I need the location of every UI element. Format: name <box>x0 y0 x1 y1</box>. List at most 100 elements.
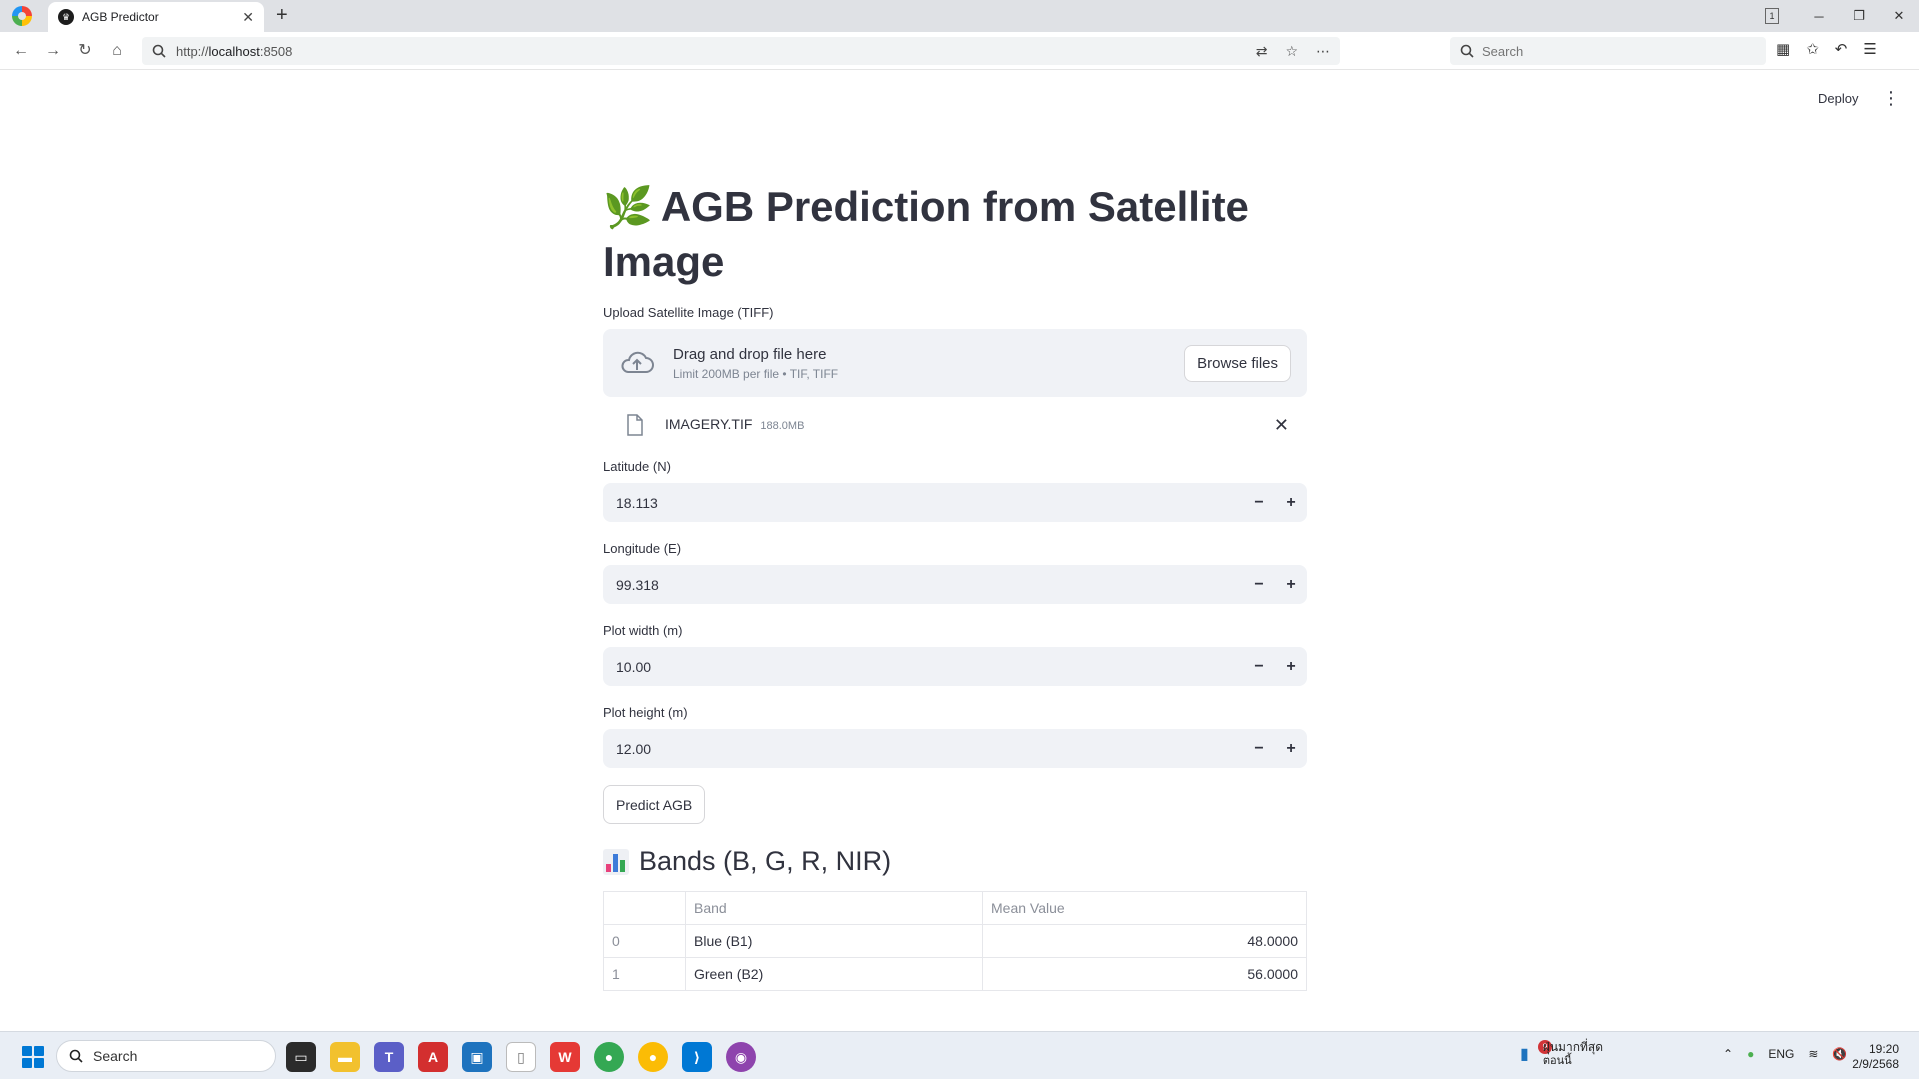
new-tab-button[interactable]: + <box>276 4 288 27</box>
page-title: 🌿 AGB Prediction from Satellite Image <box>603 180 1307 289</box>
star-icon[interactable]: ☆ <box>1285 43 1298 60</box>
url-port: :8508 <box>259 43 293 59</box>
more-icon[interactable]: ⋯ <box>1316 43 1330 60</box>
hamburger-menu-icon[interactable]: ☰ <box>1863 40 1876 58</box>
favorites-icon[interactable]: ✩ <box>1806 40 1819 58</box>
increment-button[interactable]: + <box>1275 740 1307 758</box>
notepad-icon[interactable]: ▯ <box>506 1042 536 1072</box>
plot-width-input-box: − + <box>603 647 1307 686</box>
dropzone-limit: Limit 200MB per file • TIF, TIFF <box>673 366 839 381</box>
column-header[interactable]: Mean Value <box>982 891 1307 925</box>
minimize-icon[interactable]: ─ <box>1799 9 1839 24</box>
file-dropzone[interactable]: Drag and drop file here Limit 200MB per … <box>603 329 1307 397</box>
apps-grid-icon[interactable]: ▦ <box>1776 40 1790 58</box>
table-row: 1 Green (B2) 56.0000 <box>603 957 1307 991</box>
band-cell[interactable]: Green (B2) <box>685 957 983 991</box>
close-window-icon[interactable]: ✕ <box>1879 8 1919 24</box>
weather-icon[interactable]: ▮ <box>1520 1044 1529 1064</box>
vscode-icon[interactable]: ⟩ <box>682 1042 712 1072</box>
browse-files-button[interactable]: Browse files <box>1184 344 1291 382</box>
decrement-button[interactable]: − <box>1243 494 1275 512</box>
undo-icon[interactable]: ↶ <box>1835 40 1848 58</box>
speaker-muted-icon[interactable]: 🔇 <box>1832 1047 1847 1061</box>
increment-button[interactable]: + <box>1275 494 1307 512</box>
bands-header: Bands (B, G, R, NIR) <box>603 846 1307 877</box>
deploy-button[interactable]: Deploy <box>1818 91 1858 106</box>
mean-cell[interactable]: 56.0000 <box>982 957 1307 991</box>
taskbar-apps: ▭ ▬ T A ▣ ▯ W ● ● ⟩ ◉ <box>286 1042 756 1072</box>
back-icon[interactable]: ← <box>10 40 32 62</box>
column-header[interactable]: Band <box>685 891 983 925</box>
decrement-button[interactable]: − <box>1243 658 1275 676</box>
longitude-input[interactable] <box>603 576 1243 593</box>
latitude-input-box: − + <box>603 483 1307 522</box>
task-view-icon[interactable]: ▭ <box>286 1042 316 1072</box>
close-icon[interactable]: ✕ <box>242 9 254 26</box>
app-icon[interactable]: ▣ <box>462 1042 492 1072</box>
tab-count-icon[interactable]: 1 <box>1765 8 1779 24</box>
search-icon <box>152 44 166 58</box>
taskbar-search[interactable]: Search <box>56 1040 276 1072</box>
clock-time: 19:20 <box>1868 1042 1899 1056</box>
windows-taskbar: Search ▭ ▬ T A ▣ ▯ W ● ● ⟩ ◉ 9 ▮ ฝุ่นมาก… <box>0 1031 1919 1079</box>
address-bar[interactable]: http://localhost:8508 ⇄ ☆ ⋯ <box>142 37 1340 65</box>
tab-agb-predictor[interactable]: ♛ AGB Predictor ✕ <box>48 2 264 32</box>
forward-icon[interactable]: → <box>42 40 64 62</box>
browser-search-bar[interactable] <box>1450 37 1766 65</box>
latitude-label: Latitude (N) <box>603 459 671 474</box>
browser-taskbar-icon[interactable]: ◉ <box>726 1042 756 1072</box>
weather-line2: ตอนนี้ <box>1542 1055 1572 1067</box>
row-index: 0 <box>603 924 686 958</box>
crown-icon: ♛ <box>58 9 74 25</box>
longitude-input-box: − + <box>603 565 1307 604</box>
plot-height-field: Plot height (m) − + <box>603 705 1307 768</box>
home-icon[interactable]: ⌂ <box>106 40 128 62</box>
translate-icon[interactable]: ⇄ <box>1256 43 1268 60</box>
latitude-input[interactable] <box>603 494 1243 511</box>
wifi-icon[interactable]: ≋ <box>1808 1047 1818 1061</box>
browser-logo-icon[interactable] <box>12 6 32 26</box>
acrobat-icon[interactable]: A <box>418 1042 448 1072</box>
wps-icon[interactable]: W <box>550 1042 580 1072</box>
tray-app-icon[interactable]: ● <box>1747 1047 1754 1061</box>
increment-button[interactable]: + <box>1275 658 1307 676</box>
chrome-icon[interactable]: ● <box>594 1042 624 1072</box>
url-text[interactable]: http://localhost:8508 <box>176 44 1246 59</box>
decrement-button[interactable]: − <box>1243 740 1275 758</box>
windows-start-icon[interactable] <box>22 1046 44 1068</box>
mean-cell[interactable]: 48.0000 <box>982 924 1307 958</box>
plot-width-label: Plot width (m) <box>603 623 683 638</box>
weather-line1: ฝุ่นมากที่สุด <box>1542 1040 1603 1054</box>
file-info: IMAGERY.TIF 188.0MB <box>665 416 804 434</box>
increment-button[interactable]: + <box>1275 576 1307 594</box>
reload-icon[interactable]: ↻ <box>74 40 96 62</box>
predict-agb-button[interactable]: Predict AGB <box>603 785 706 824</box>
cloud-upload-icon <box>621 351 654 373</box>
decrement-button[interactable]: − <box>1243 576 1275 594</box>
remove-file-icon[interactable]: ✕ <box>1274 415 1289 436</box>
latitude-field: Latitude (N) − + <box>603 459 1307 522</box>
plot-width-field: Plot width (m) − + <box>603 623 1307 686</box>
band-cell[interactable]: Blue (B1) <box>685 924 983 958</box>
row-index: 1 <box>603 957 686 991</box>
window-controls: ─ ❐ ✕ <box>1799 0 1919 32</box>
browser-search-input[interactable] <box>1482 43 1756 59</box>
plot-height-label: Plot height (m) <box>603 705 688 720</box>
file-explorer-icon[interactable]: ▬ <box>330 1042 360 1072</box>
language-indicator[interactable]: ENG <box>1768 1047 1794 1061</box>
chevron-up-icon[interactable]: ⌃ <box>1723 1047 1733 1061</box>
plot-height-input[interactable] <box>603 740 1243 757</box>
browser-right-tools: ▦ ✩ ↶ ☰ <box>1776 40 1877 58</box>
bands-table[interactable]: Band Mean Value 0 Blue (B1) 48.0000 1 Gr… <box>603 891 1307 991</box>
teams-icon[interactable]: T <box>374 1042 404 1072</box>
table-header-row: Band Mean Value <box>603 891 1307 925</box>
taskbar-clock[interactable]: 19:20 2/9/2568 <box>1852 1042 1899 1072</box>
file-icon <box>627 414 643 436</box>
chrome-profile-icon[interactable]: ● <box>638 1042 668 1072</box>
restore-icon[interactable]: ❐ <box>1839 8 1879 24</box>
kebab-menu-icon[interactable]: ⋮ <box>1882 88 1900 109</box>
page-title-text: AGB Prediction from Satellite Image <box>603 183 1249 285</box>
plot-width-input[interactable] <box>603 658 1243 675</box>
plot-height-input-box: − + <box>603 729 1307 768</box>
weather-text[interactable]: ฝุ่นมากที่สุด ตอนนี้ <box>1543 1040 1603 1068</box>
